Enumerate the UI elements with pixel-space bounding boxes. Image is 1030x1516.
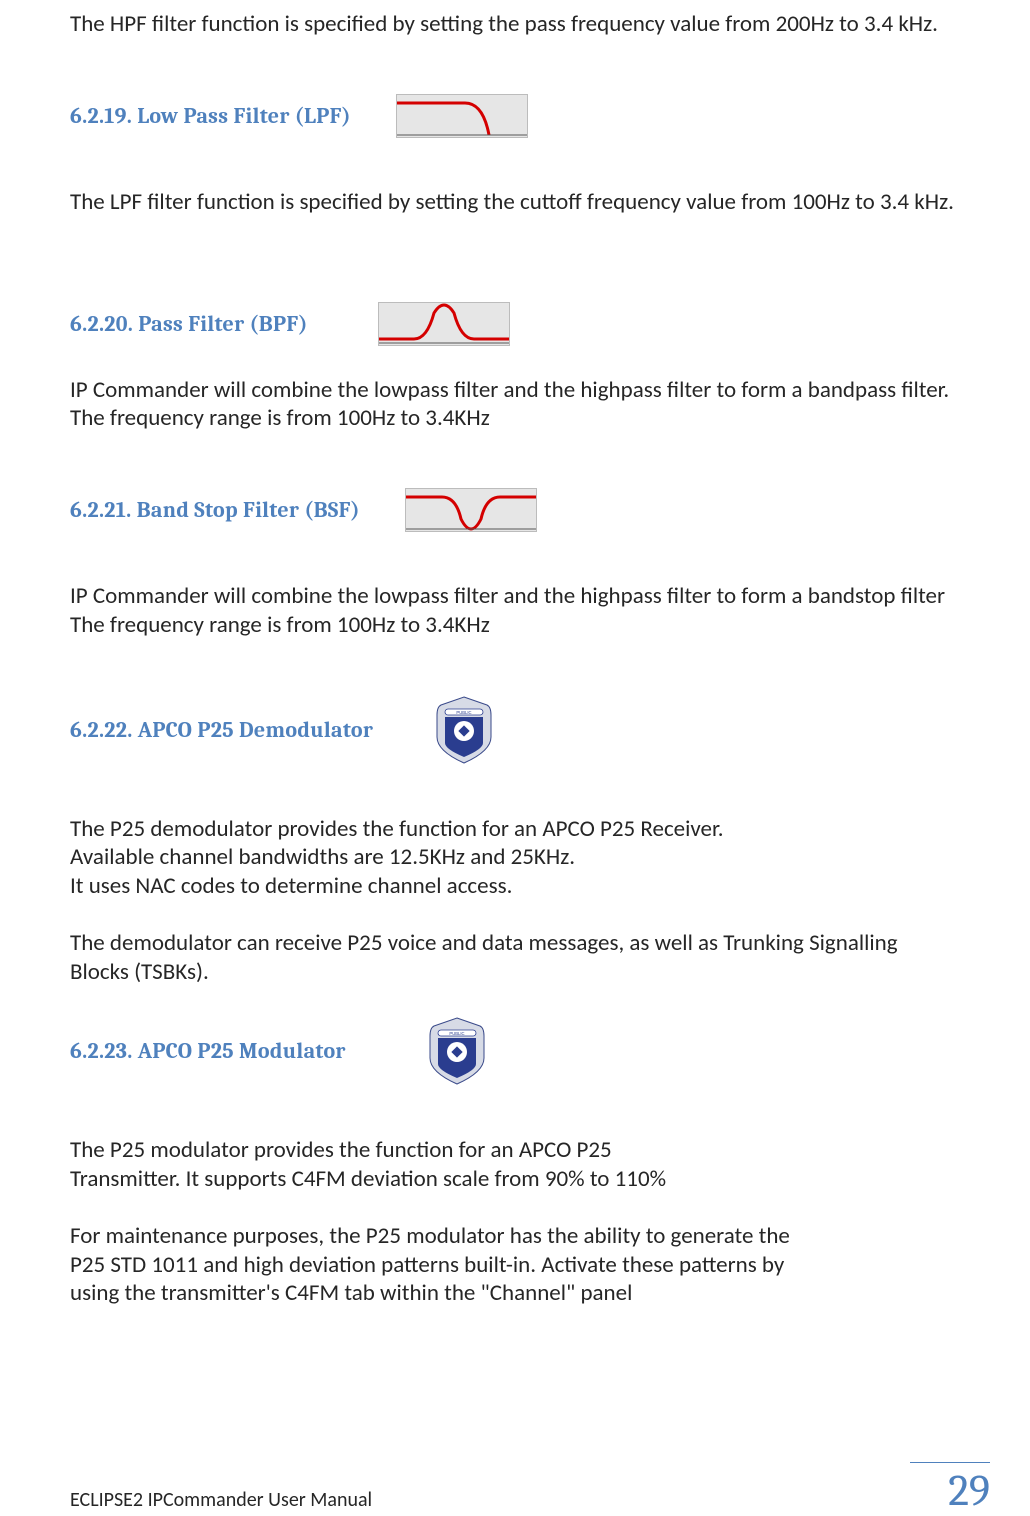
demod-body-1: The P25 demodulator provides the functio… [70,815,960,844]
heading-bpf: 6.2.20. Pass Filter (BPF) [70,311,308,337]
heading-lpf: 6.2.19. Low Pass Filter (LPF) [70,103,351,129]
mod-body-1: The P25 modulator provides the function … [70,1136,960,1165]
section-bsf-row: 6.2.21. Band Stop Filter (BSF) [70,488,960,532]
band-stop-filter-icon [405,488,537,532]
demod-body-2: Available channel bandwidths are 12.5KHz… [70,843,960,872]
section-mod-row: 6.2.23. APCO P25 Modulator PUBLIC [70,1016,960,1086]
heading-bsf: 6.2.21. Band Stop Filter (BSF) [70,497,360,523]
bpf-body: IP Commander will combine the lowpass fi… [70,376,960,434]
apco-p25-badge-icon: PUBLIC [433,695,495,765]
demod-body-3: It uses NAC codes to determine channel a… [70,872,960,901]
svg-text:PUBLIC: PUBLIC [457,710,472,715]
mod-body-3: For maintenance purposes, the P25 modula… [70,1222,790,1308]
mod-body-2: Transmitter. It supports C4FM deviation … [70,1165,960,1194]
hpf-intro-text: The HPF filter function is specified by … [70,10,960,39]
apco-p25-badge-icon-2: PUBLIC [426,1016,488,1086]
heading-demod: 6.2.22. APCO P25 Demodulator [70,717,373,743]
heading-mod: 6.2.23. APCO P25 Modulator [70,1038,346,1064]
low-pass-filter-icon [396,94,528,138]
footer-page-number: 29 [910,1462,990,1516]
bsf-body: IP Commander will combine the lowpass fi… [70,582,960,640]
section-lpf-row: 6.2.19. Low Pass Filter (LPF) [70,94,960,138]
band-pass-filter-icon [378,302,510,346]
page-footer: ECLIPSE2 IPCommander User Manual 29 [70,1462,990,1516]
lpf-body: The LPF filter function is specified by … [70,188,960,217]
section-bpf-row: 6.2.20. Pass Filter (BPF) [70,302,960,346]
section-demod-row: 6.2.22. APCO P25 Demodulator PUBLIC [70,695,960,765]
demod-body-4: The demodulator can receive P25 voice an… [70,929,960,987]
svg-text:PUBLIC: PUBLIC [449,1031,464,1036]
footer-title: ECLIPSE2 IPCommander User Manual [70,1488,372,1516]
